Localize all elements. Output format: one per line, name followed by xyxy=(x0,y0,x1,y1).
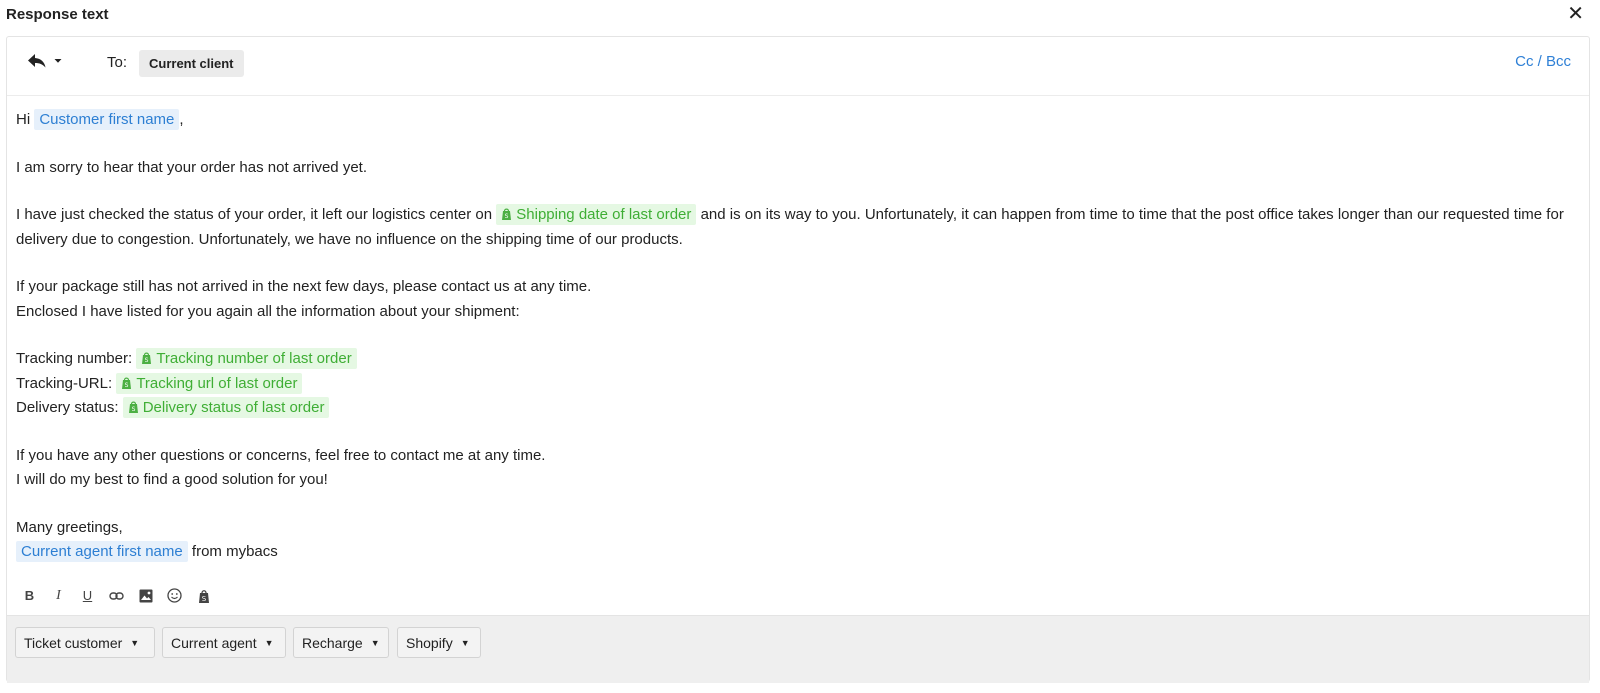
closing-line: Many greetings, xyxy=(16,518,123,536)
caret-down-icon: ▼ xyxy=(130,637,140,648)
greeting-text: Hi xyxy=(16,111,31,128)
variable-shipping-date[interactable]: S Shipping date of last order xyxy=(496,204,697,225)
variable-customer-first-name[interactable]: Customer first name xyxy=(34,109,180,130)
shopify-bag-icon: S xyxy=(122,377,132,389)
reply-type-dropdown[interactable] xyxy=(27,53,63,69)
bold-icon[interactable]: B xyxy=(21,587,38,604)
variable-tracking-url[interactable]: S Tracking url of last order xyxy=(116,372,303,394)
recipient-chip[interactable]: Current client xyxy=(139,50,244,77)
emoji-icon[interactable] xyxy=(166,587,183,604)
body-line-1: I am sorry to hear that your order has n… xyxy=(16,158,367,176)
dropdown-recharge[interactable]: Recharge ▼ xyxy=(293,627,389,658)
body-line-5: If you have any other questions or conce… xyxy=(16,446,546,464)
variable-shipping-date-label: Shipping date of last order xyxy=(516,206,692,223)
chevron-down-icon xyxy=(54,59,62,63)
body-text-2a: I have just checked the status of your o… xyxy=(16,206,493,223)
underline-icon[interactable]: U xyxy=(79,587,96,604)
greeting-line: Hi Customer first name, xyxy=(16,108,1580,133)
delivery-status-label: Delivery status: xyxy=(16,399,119,416)
body-line-3: If your package still has not arrived in… xyxy=(16,278,592,295)
shopify-bag-icon: S xyxy=(502,208,512,220)
variable-delivery-status-label: Delivery status of last order xyxy=(142,399,325,416)
delivery-status-line: Delivery status: S Delivery status of las… xyxy=(16,396,1580,421)
signature-suffix: from mybacs xyxy=(191,543,278,560)
italic-icon[interactable]: I xyxy=(50,587,67,604)
editor-header: To: Current client Cc / Bcc xyxy=(7,37,1589,96)
dropdown-current-agent[interactable]: Current agent ▼ xyxy=(162,627,286,658)
variable-agent-first-name[interactable]: Current agent first name xyxy=(16,541,188,562)
dropdown-ticket-customer[interactable]: Ticket customer ▼ xyxy=(15,627,155,658)
svg-text:S: S xyxy=(505,213,509,220)
dropdown-label: Ticket customer xyxy=(24,634,123,651)
response-editor: To: Current client Cc / Bcc Hi Customer … xyxy=(6,36,1590,683)
format-toolbar: B I U S xyxy=(21,587,212,604)
caret-down-icon: ▼ xyxy=(264,637,274,648)
body-paragraph-2: I have just checked the status of your o… xyxy=(16,203,1580,252)
body-line-6: I will do my best to find a good solutio… xyxy=(16,471,328,488)
close-icon[interactable]: ✕ xyxy=(1567,4,1584,24)
tracking-number-label: Tracking number: xyxy=(16,350,133,367)
variable-insert-bar: Ticket customer ▼ Current agent ▼ Recharge… xyxy=(7,615,1589,683)
variable-tracking-url-label: Tracking url of last order xyxy=(136,374,298,392)
tracking-number-line: Tracking number: S Tracking number of las… xyxy=(16,347,1580,372)
svg-text:S: S xyxy=(201,595,206,603)
variable-tracking-number-label: Tracking number of last order xyxy=(156,350,352,367)
variable-delivery-status[interactable]: S Delivery status of last order xyxy=(122,397,330,418)
dialog-title: Response text xyxy=(6,6,109,23)
svg-text:S: S xyxy=(131,406,135,413)
signature-line: Current agent first name from mybacs xyxy=(16,540,1580,565)
image-icon[interactable] xyxy=(137,587,154,604)
variable-tracking-number[interactable]: S Tracking number of last order xyxy=(136,348,357,369)
tracking-url-label: Tracking-URL: xyxy=(16,374,113,392)
caret-down-icon: ▼ xyxy=(370,637,380,648)
dropdown-label: Current agent xyxy=(171,634,257,651)
cc-bcc-link[interactable]: Cc / Bcc xyxy=(1515,53,1571,70)
message-body[interactable]: Hi Customer first name, I am sorry to he… xyxy=(7,96,1589,565)
svg-text:S: S xyxy=(145,357,149,364)
to-label: To: xyxy=(107,54,128,71)
caret-down-icon: ▼ xyxy=(460,637,470,648)
dropdown-label: Recharge xyxy=(302,634,363,651)
greeting-comma: , xyxy=(179,111,184,128)
reply-icon xyxy=(28,54,46,68)
tracking-url-line: Tracking-URL: S Tracking url of last orde… xyxy=(16,372,1580,397)
shopify-bag-icon: S xyxy=(128,401,138,413)
shopify-bag-icon: S xyxy=(142,352,152,364)
dropdown-label: Shopify xyxy=(406,634,453,651)
link-icon[interactable] xyxy=(108,587,125,604)
body-line-4: Enclosed I have listed for you again all… xyxy=(16,302,520,320)
shopify-icon[interactable]: S xyxy=(195,587,212,604)
dropdown-shopify[interactable]: Shopify ▼ xyxy=(397,627,481,658)
svg-text:S: S xyxy=(125,382,129,389)
